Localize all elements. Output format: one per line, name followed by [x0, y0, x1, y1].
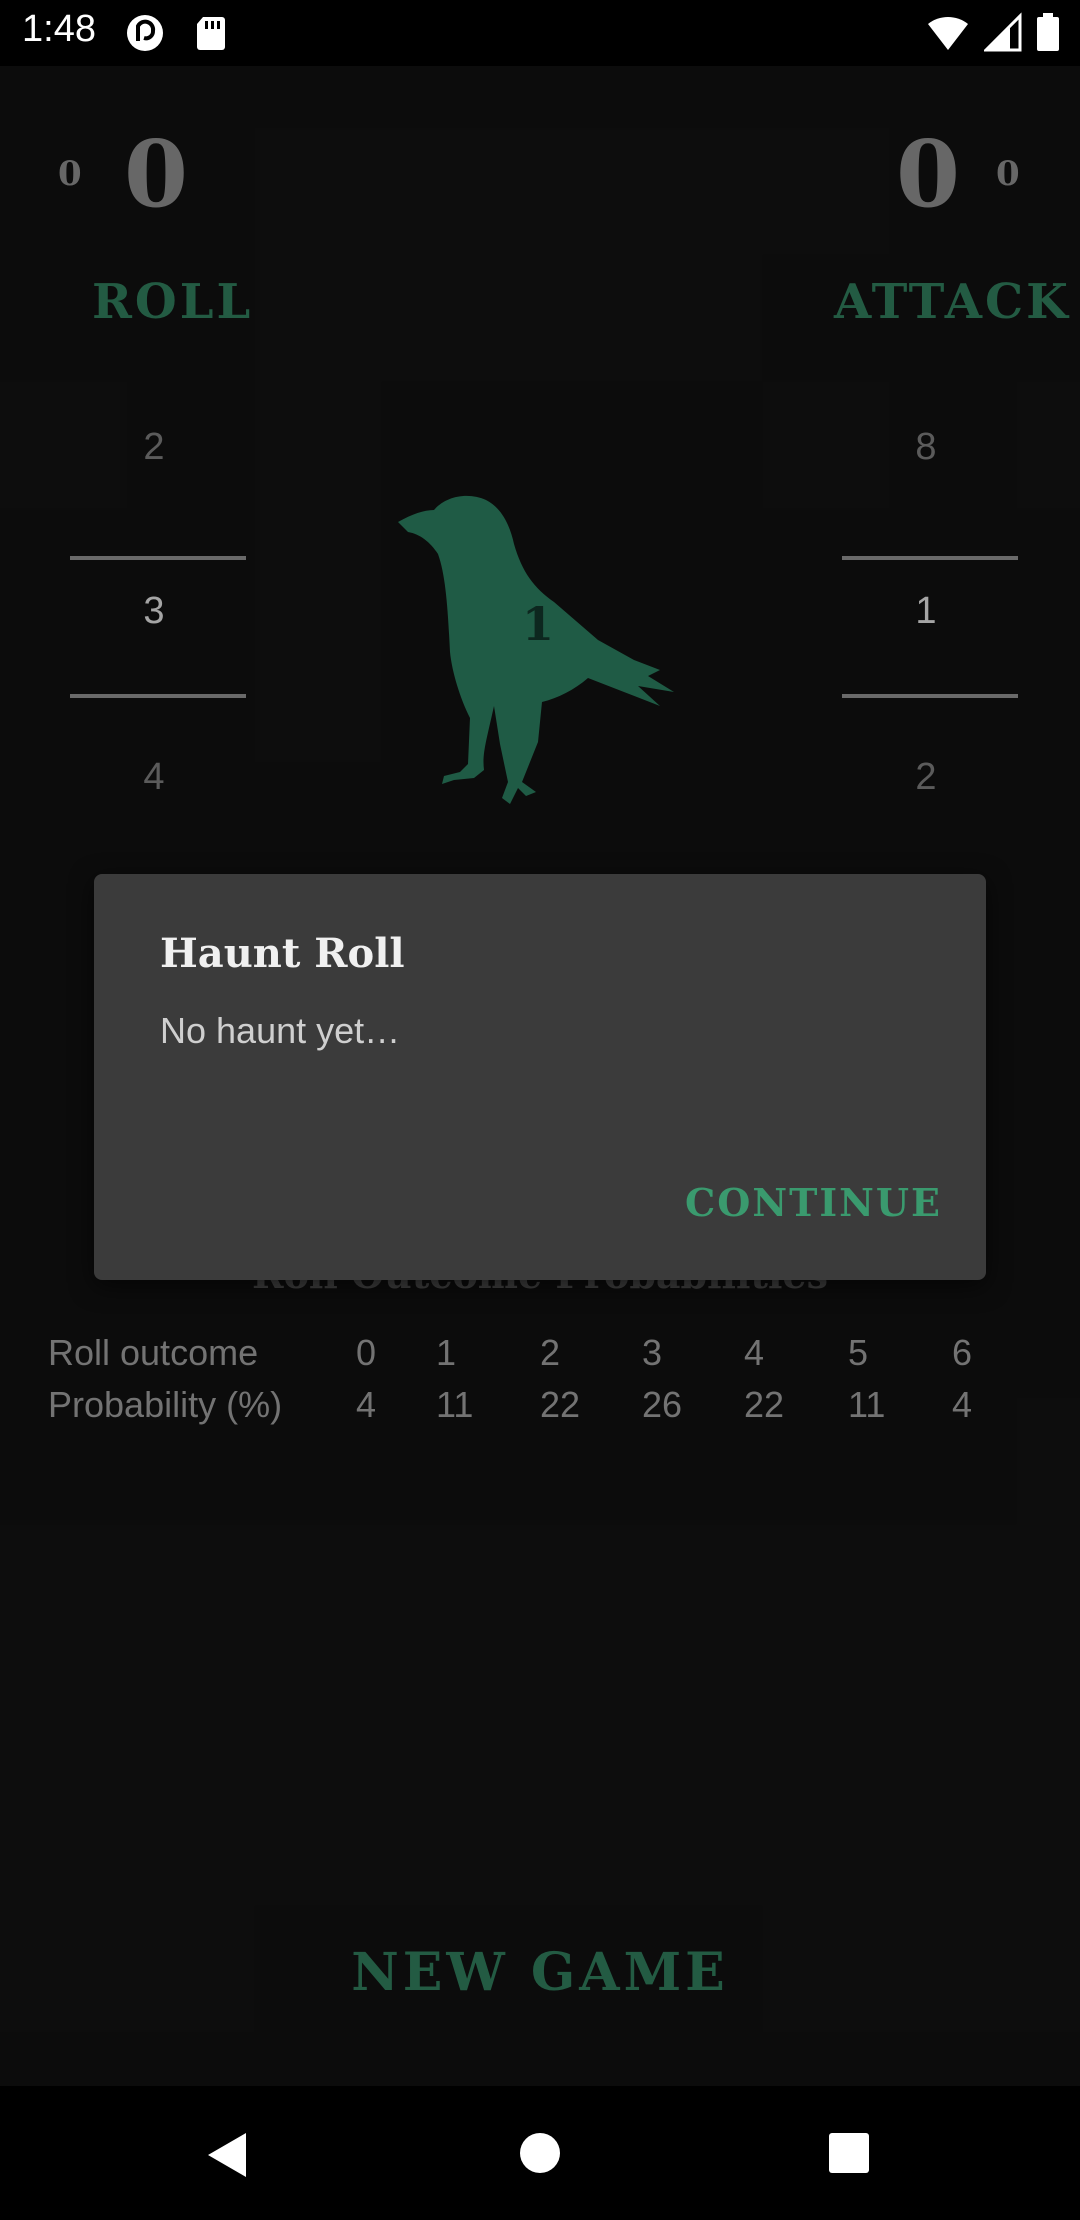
- battery-icon: [1037, 13, 1059, 51]
- wifi-icon: [928, 16, 968, 50]
- home-icon[interactable]: [519, 2132, 561, 2174]
- haunt-roll-dialog: Haunt Roll No haunt yet… CONTINUE: [94, 874, 986, 1280]
- navigation-bar: [0, 2086, 1080, 2220]
- dialog-message: No haunt yet…: [160, 1010, 401, 1051]
- signal-icon: [984, 12, 1022, 52]
- continue-button[interactable]: CONTINUE: [685, 1180, 942, 1225]
- sd-card-icon: [197, 17, 225, 50]
- status-time: 1:48: [22, 8, 96, 50]
- back-icon[interactable]: [204, 2130, 250, 2180]
- dialog-title: Haunt Roll: [160, 930, 405, 977]
- recents-icon[interactable]: [828, 2132, 870, 2174]
- pocket-casts-icon: [127, 15, 163, 51]
- status-bar: 1:48: [0, 0, 1080, 66]
